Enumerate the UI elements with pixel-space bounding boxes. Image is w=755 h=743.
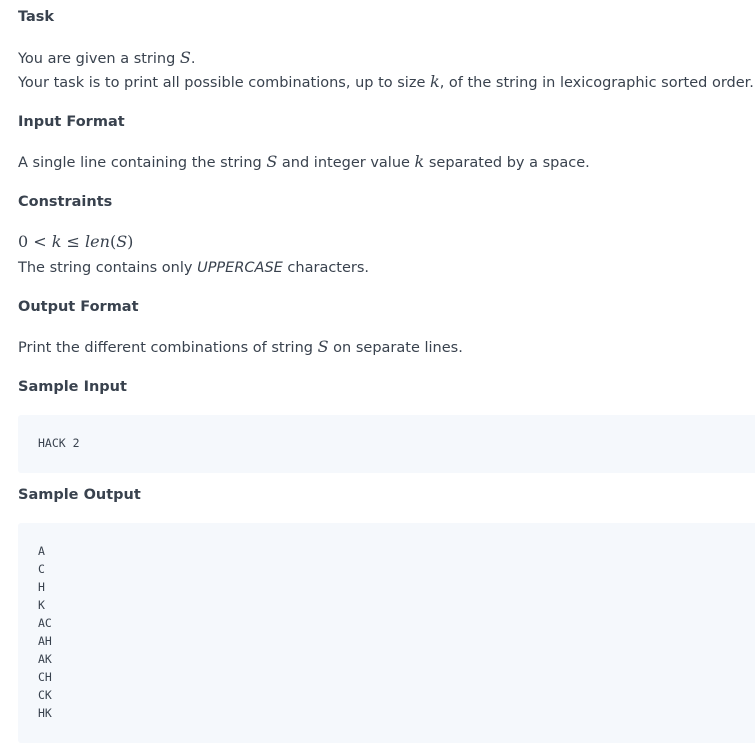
sample-output-line: AH xyxy=(38,634,52,648)
input-format-text-start: A single line containing the string xyxy=(18,155,267,171)
constraints-formula: 0 < k ≤ len(S) xyxy=(18,230,133,255)
formula-le: ≤ xyxy=(61,232,86,251)
output-format-heading: Output Format xyxy=(18,299,139,315)
input-format-heading: Input Format xyxy=(18,114,125,130)
sample-output-line: CH xyxy=(38,670,52,684)
sample-output-line: AC xyxy=(38,616,52,630)
sample-output-line: K xyxy=(38,598,45,612)
formula-zero: 0 xyxy=(18,232,29,251)
math-var-k: k xyxy=(429,72,440,91)
sample-input-code: HACK 2 xyxy=(38,436,80,450)
constraints-text-end: characters. xyxy=(282,260,370,276)
math-var-k: k xyxy=(414,152,425,171)
formula-close-paren: ) xyxy=(127,232,134,251)
input-format-text-end: separated by a space. xyxy=(424,155,590,171)
constraints-heading: Constraints xyxy=(18,194,113,210)
sample-output-line: AK xyxy=(38,652,52,666)
constraints-text: The string contains only UPPERCASE chara… xyxy=(18,256,369,280)
output-format-text-start: Print the different combinations of stri… xyxy=(18,340,318,356)
formula-k: k xyxy=(51,232,62,251)
sample-output-line: H xyxy=(38,580,45,594)
math-var-s: S xyxy=(317,337,329,356)
sample-output-line: HK xyxy=(38,706,52,720)
task-heading: Task xyxy=(18,9,55,25)
sample-output-line: C xyxy=(38,562,45,576)
sample-output-heading: Sample Output xyxy=(18,487,141,503)
math-var-s: S xyxy=(266,152,278,171)
task-line-1-text: You are given a string xyxy=(18,51,180,67)
sample-output-line: CK xyxy=(38,688,52,702)
math-var-s: S xyxy=(179,48,191,67)
task-line-2-text: Your task is to print all possible combi… xyxy=(18,75,430,91)
task-line-2-end: , of the string in lexicographic sorted … xyxy=(439,75,754,91)
constraints-text-start: The string contains only xyxy=(18,260,198,276)
sample-output-code-block: A C H K AC AH AK CH CK HK xyxy=(18,523,755,743)
task-line-1: You are given a string S. xyxy=(18,46,196,71)
formula-lt: < xyxy=(28,232,52,251)
task-line-2: Your task is to print all possible combi… xyxy=(18,70,754,95)
output-format-text: Print the different combinations of stri… xyxy=(18,335,463,360)
formula-s: S xyxy=(116,232,128,251)
input-format-text-mid: and integer value xyxy=(277,155,415,171)
sample-output-line: A xyxy=(38,544,45,558)
formula-len: len xyxy=(85,232,110,251)
sample-input-heading: Sample Input xyxy=(18,379,127,395)
output-format-text-end: on separate lines. xyxy=(328,340,463,356)
sample-input-code-block: HACK 2 xyxy=(18,415,755,473)
task-line-1-end: . xyxy=(190,51,196,67)
constraints-uppercase: UPPERCASE xyxy=(197,260,283,276)
input-format-text: A single line containing the string S an… xyxy=(18,150,590,175)
